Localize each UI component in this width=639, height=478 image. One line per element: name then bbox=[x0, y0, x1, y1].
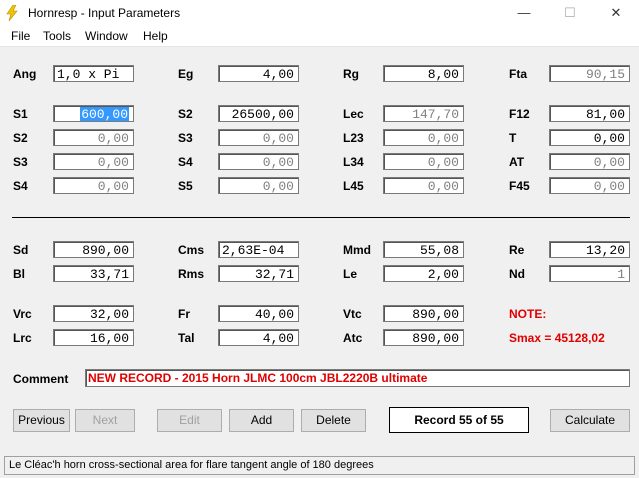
le-label: Le bbox=[343, 267, 358, 281]
title-bar: Hornresp - Input Parameters — ☐ ✕ bbox=[0, 0, 639, 26]
lec-label: Lec bbox=[343, 107, 364, 121]
s2-lower-field[interactable]: 0,00 bbox=[53, 129, 134, 146]
s1-value: 600,00 bbox=[80, 107, 129, 122]
atc-field[interactable]: 890,00 bbox=[383, 329, 464, 346]
s1-field[interactable]: 600,00 bbox=[53, 105, 134, 122]
s5-field[interactable]: 0,00 bbox=[218, 177, 299, 194]
menu-window[interactable]: Window bbox=[85, 29, 128, 43]
next-button[interactable]: Next bbox=[75, 409, 135, 432]
mmd-field[interactable]: 55,08 bbox=[383, 241, 464, 258]
f45-label: F45 bbox=[509, 179, 530, 193]
tal-field[interactable]: 4,00 bbox=[218, 329, 299, 346]
status-bar: Le Cléac'h horn cross-sectional area for… bbox=[4, 456, 635, 475]
tal-label: Tal bbox=[178, 331, 195, 345]
t-label: T bbox=[509, 131, 517, 145]
s4-label: S4 bbox=[178, 155, 193, 169]
menu-help[interactable]: Help bbox=[143, 29, 168, 43]
edit-button[interactable]: Edit bbox=[157, 409, 222, 432]
smax-note: Smax = 45128,02 bbox=[509, 331, 605, 345]
fr-label: Fr bbox=[178, 307, 190, 321]
mmd-label: Mmd bbox=[343, 243, 371, 257]
re-label: Re bbox=[509, 243, 525, 257]
l23-label: L23 bbox=[343, 131, 364, 145]
nd-label: Nd bbox=[509, 267, 525, 281]
s4-lower-label: S4 bbox=[13, 179, 28, 193]
rms-field[interactable]: 32,71 bbox=[218, 265, 299, 282]
atc-label: Atc bbox=[343, 331, 363, 345]
maximize-button[interactable]: ☐ bbox=[547, 0, 593, 26]
s2-lower-label: S2 bbox=[13, 131, 28, 145]
previous-button[interactable]: Previous bbox=[13, 409, 70, 432]
record-indicator: Record 55 of 55 bbox=[389, 407, 529, 433]
s4-lower-field[interactable]: 0,00 bbox=[53, 177, 134, 194]
vrc-label: Vrc bbox=[13, 307, 32, 321]
close-button[interactable]: ✕ bbox=[593, 0, 639, 26]
t-field[interactable]: 0,00 bbox=[549, 129, 630, 146]
vtc-label: Vtc bbox=[343, 307, 362, 321]
menu-tools[interactable]: Tools bbox=[43, 29, 71, 43]
re-field[interactable]: 13,20 bbox=[549, 241, 630, 258]
at-label: AT bbox=[509, 155, 525, 169]
eg-label: Eg bbox=[178, 67, 194, 81]
lrc-field[interactable]: 16,00 bbox=[53, 329, 134, 346]
comment-field[interactable]: NEW RECORD - 2015 Horn JLMC 100cm JBL222… bbox=[85, 369, 630, 387]
note-title: NOTE: bbox=[509, 307, 547, 321]
sd-label: Sd bbox=[13, 243, 29, 257]
window-title: Hornresp - Input Parameters bbox=[28, 6, 181, 20]
calculate-button[interactable]: Calculate bbox=[550, 409, 630, 432]
fta-field[interactable]: 90,15 bbox=[549, 65, 630, 82]
minimize-button[interactable]: — bbox=[501, 0, 547, 26]
comment-label: Comment bbox=[13, 372, 69, 386]
f12-label: F12 bbox=[509, 107, 530, 121]
l34-field[interactable]: 0,00 bbox=[383, 153, 464, 170]
f12-field[interactable]: 81,00 bbox=[549, 105, 630, 122]
f45-field[interactable]: 0,00 bbox=[549, 177, 630, 194]
bl-label: Bl bbox=[13, 267, 25, 281]
at-field[interactable]: 0,00 bbox=[549, 153, 630, 170]
fta-label: Fta bbox=[509, 67, 527, 81]
s2-label: S2 bbox=[178, 107, 193, 121]
cms-field[interactable]: 2,63E-04 bbox=[218, 241, 299, 258]
sd-field[interactable]: 890,00 bbox=[53, 241, 134, 258]
lrc-label: Lrc bbox=[13, 331, 32, 345]
s3-lower-label: S3 bbox=[13, 155, 28, 169]
lec-field[interactable]: 147,70 bbox=[383, 105, 464, 122]
le-field[interactable]: 2,00 bbox=[383, 265, 464, 282]
vtc-field[interactable]: 890,00 bbox=[383, 305, 464, 322]
rg-field[interactable]: 8,00 bbox=[383, 65, 464, 82]
ang-field[interactable]: 1,0 x Pi bbox=[53, 65, 134, 82]
s4-field[interactable]: 0,00 bbox=[218, 153, 299, 170]
l34-label: L34 bbox=[343, 155, 364, 169]
delete-button[interactable]: Delete bbox=[301, 409, 366, 432]
hornresp-window: Hornresp - Input Parameters — ☐ ✕ File T… bbox=[0, 0, 639, 478]
s1-label: S1 bbox=[13, 107, 28, 121]
l45-label: L45 bbox=[343, 179, 364, 193]
bl-field[interactable]: 33,71 bbox=[53, 265, 134, 282]
cms-label: Cms bbox=[178, 243, 205, 257]
s5-label: S5 bbox=[178, 179, 193, 193]
lightning-icon bbox=[6, 5, 18, 21]
vrc-field[interactable]: 32,00 bbox=[53, 305, 134, 322]
eg-field[interactable]: 4,00 bbox=[218, 65, 299, 82]
rg-label: Rg bbox=[343, 67, 359, 81]
add-button[interactable]: Add bbox=[229, 409, 294, 432]
fr-field[interactable]: 40,00 bbox=[218, 305, 299, 322]
s3-field[interactable]: 0,00 bbox=[218, 129, 299, 146]
ang-label: Ang bbox=[13, 67, 37, 81]
menu-file[interactable]: File bbox=[11, 29, 30, 43]
s3-lower-field[interactable]: 0,00 bbox=[53, 153, 134, 170]
menu-bar: File Tools Window Help bbox=[0, 26, 639, 47]
l45-field[interactable]: 0,00 bbox=[383, 177, 464, 194]
l23-field[interactable]: 0,00 bbox=[383, 129, 464, 146]
s3-label: S3 bbox=[178, 131, 193, 145]
s2-field[interactable]: 26500,00 bbox=[218, 105, 299, 122]
nd-field[interactable]: 1 bbox=[549, 265, 630, 282]
section-divider bbox=[12, 217, 630, 218]
rms-label: Rms bbox=[178, 267, 205, 281]
